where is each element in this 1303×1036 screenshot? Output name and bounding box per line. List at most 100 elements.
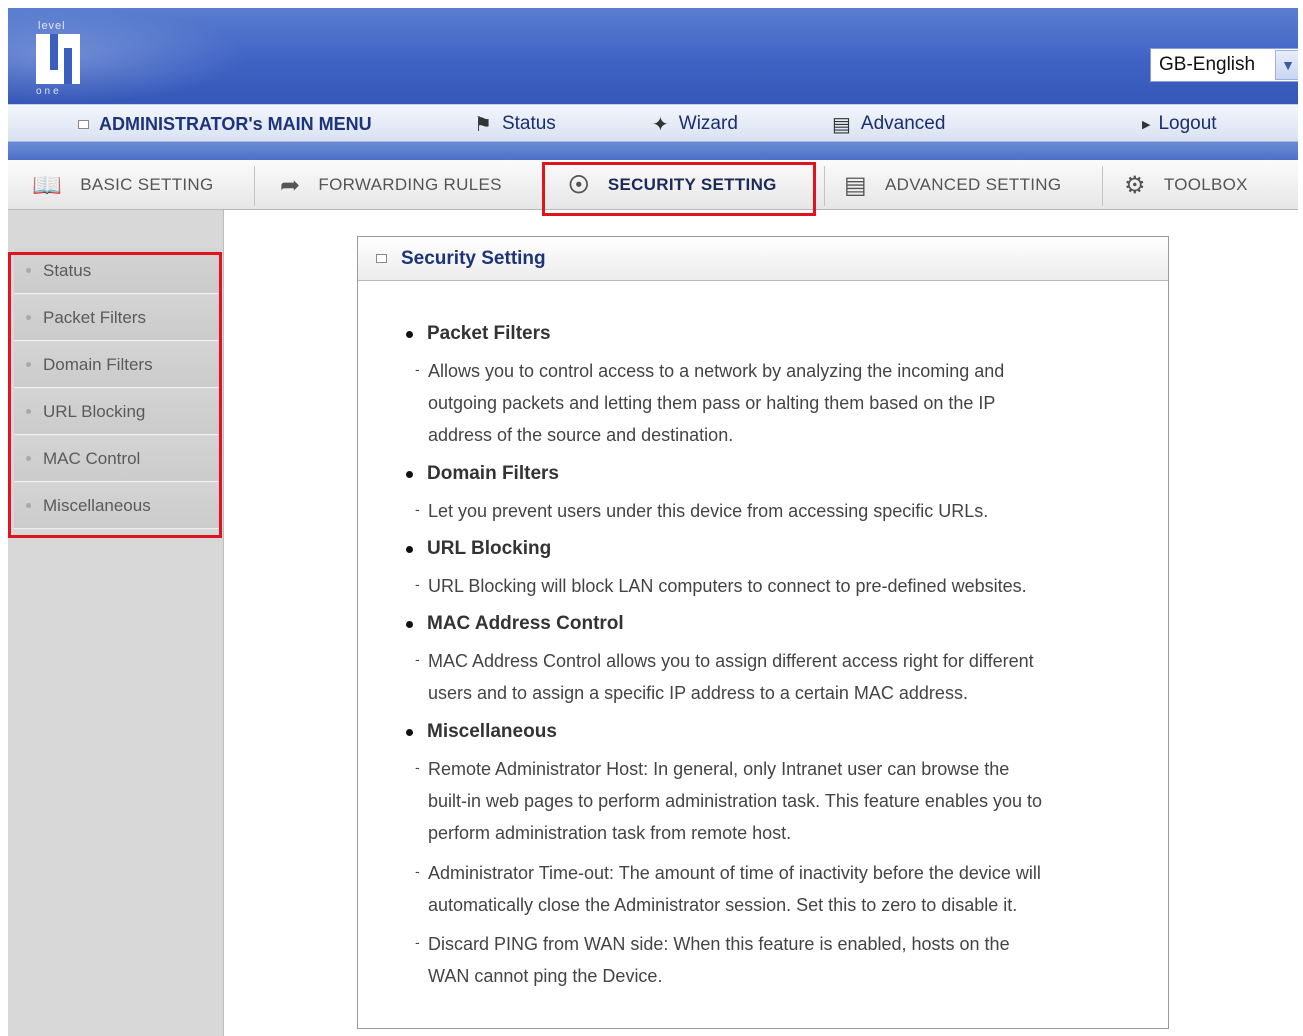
- description-line: WAN cannot ping the Device.: [428, 966, 663, 986]
- section-title-text: MAC Address Control: [427, 613, 624, 634]
- tab-separator: [1102, 166, 1103, 206]
- section-title-text: Domain Filters: [427, 463, 559, 484]
- sidebar-item-label: URL Blocking: [43, 401, 146, 421]
- description-line: MAC Address Control allows you to assign…: [428, 651, 1034, 671]
- dash-icon: -: [415, 863, 420, 879]
- menu-logout-link[interactable]: ▶ Logout: [1142, 105, 1217, 143]
- sidebar-item-miscellaneous[interactable]: Miscellaneous: [14, 483, 220, 529]
- description-line: Remote Administrator Host: In general, o…: [428, 759, 1010, 779]
- square-bullet-icon: [376, 254, 387, 263]
- sidebar-item-mac-control[interactable]: MAC Control: [14, 436, 220, 482]
- arrow-icon: ➦: [280, 171, 301, 199]
- logo-mark: [36, 34, 80, 84]
- tab-basic-setting-label: BASIC SETTING: [80, 175, 214, 194]
- square-bullet-icon: [78, 119, 89, 129]
- tab-basic-setting[interactable]: 📖 BASIC SETTING: [32, 160, 214, 210]
- tab-forwarding-rules-label: FORWARDING RULES: [318, 175, 502, 194]
- section-title: URL Blocking: [406, 538, 551, 560]
- section-title-text: URL Blocking: [427, 538, 552, 559]
- tab-separator: [824, 166, 825, 206]
- description-line: Let you prevent users under this device …: [428, 501, 989, 521]
- description-line: Discard PING from WAN side: When this fe…: [428, 934, 1010, 954]
- tab-toolbox[interactable]: ⚙ TOOLBOX: [1124, 160, 1248, 210]
- bullet-icon: [26, 362, 31, 367]
- description-line: users and to assign a specific IP addres…: [428, 683, 968, 703]
- section-title: MAC Address Control: [406, 613, 624, 635]
- levelone-logo: level one: [32, 20, 92, 100]
- sidebar-item-label: Miscellaneous: [43, 495, 151, 515]
- menu-advanced-link[interactable]: ▤ Advanced: [832, 105, 945, 143]
- description-line: Administrator Time-out: The amount of ti…: [428, 863, 1041, 883]
- sidebar-item-domain-filters[interactable]: Domain Filters: [14, 342, 220, 388]
- language-value: GB-English: [1159, 54, 1256, 75]
- tab-separator: [254, 166, 255, 206]
- description-line: URL Blocking will block LAN computers to…: [428, 576, 1027, 596]
- section-title-text: Miscellaneous: [427, 721, 557, 742]
- section-miscellaneous: Miscellaneous: [406, 721, 557, 743]
- section-url-blocking: URL Blocking: [406, 538, 551, 560]
- description-line: outgoing packets and letting them pass o…: [428, 393, 996, 413]
- menu-status-link[interactable]: ⚑ Status: [474, 105, 556, 143]
- description-line: automatically close the Administrator se…: [428, 895, 1018, 915]
- sidebar-item-status[interactable]: Status: [14, 248, 220, 294]
- section-title: Packet Filters: [406, 323, 551, 345]
- sidebar-item-packet-filters[interactable]: Packet Filters: [14, 295, 220, 341]
- section-description: - Allows you to control access to a netw…: [415, 355, 1128, 451]
- tab-advanced-setting[interactable]: ▤ ADVANCED SETTING: [844, 160, 1061, 210]
- sidebar-item-label: MAC Control: [43, 448, 141, 468]
- bullet-icon: [26, 409, 31, 414]
- sidebar-item-url-blocking[interactable]: URL Blocking: [14, 389, 220, 435]
- bullet-icon: [26, 456, 31, 461]
- tab-security-setting-label: SECURITY SETTING: [607, 175, 777, 194]
- dash-icon: -: [415, 501, 420, 517]
- shield-icon: ☉: [568, 171, 590, 199]
- tab-toolbox-label: TOOLBOX: [1163, 175, 1248, 194]
- section-description: - MAC Address Control allows you to assi…: [415, 645, 1128, 709]
- menu-wizard-label: Wizard: [678, 113, 738, 134]
- logo-text-bottom: one: [36, 86, 62, 97]
- section-description: - Discard PING from WAN side: When this …: [415, 928, 1128, 992]
- security-setting-panel: Security Setting Packet Filters - Allows…: [357, 236, 1169, 1029]
- person-icon: ⚑: [474, 113, 492, 136]
- section-description: - Let you prevent users under this devic…: [415, 495, 1128, 527]
- tab-advanced-setting-label: ADVANCED SETTING: [884, 175, 1062, 194]
- book-icon: 📖: [32, 171, 63, 199]
- bullet-icon: [406, 728, 413, 736]
- language-select[interactable]: GB-English ▼: [1150, 48, 1298, 82]
- main-menu-title-text: ADMINISTRATOR's MAIN MENU: [99, 113, 372, 134]
- triangle-right-icon: ▶: [1142, 118, 1151, 131]
- section-title: Miscellaneous: [406, 721, 557, 743]
- tab-forwarding-rules[interactable]: ➦ FORWARDING RULES: [280, 160, 502, 210]
- section-mac-address-control: MAC Address Control: [406, 613, 624, 635]
- description-line: built-in web pages to perform administra…: [428, 791, 1042, 811]
- menu-status-label: Status: [501, 113, 556, 134]
- bullet-icon: [406, 470, 413, 478]
- dash-icon: -: [415, 934, 420, 950]
- description-line: perform administration task from remote …: [428, 823, 792, 843]
- dash-icon: -: [415, 576, 420, 592]
- sidebar: Status Packet Filters Domain Filters URL…: [8, 210, 224, 1036]
- description-line: Allows you to control access to a networ…: [428, 361, 1005, 381]
- section-description: - URL Blocking will block LAN computers …: [415, 570, 1128, 602]
- bullet-icon: [406, 620, 413, 628]
- header-banner: level one GB-English ▼: [8, 8, 1298, 104]
- section-description: - Administrator Time-out: The amount of …: [415, 857, 1128, 921]
- dash-icon: -: [415, 361, 420, 377]
- main-menu-title: ADMINISTRATOR's MAIN MENU: [78, 105, 372, 143]
- chevron-down-icon[interactable]: ▼: [1275, 50, 1298, 80]
- description-line: address of the source and destination.: [428, 425, 734, 445]
- dash-icon: -: [415, 759, 420, 775]
- panel-title: Security Setting: [401, 247, 546, 269]
- advanced-icon: ▤: [832, 113, 851, 136]
- advanced-icon: ▤: [844, 171, 867, 199]
- section-title: Domain Filters: [406, 463, 559, 485]
- tab-security-setting[interactable]: ☉ SECURITY SETTING: [568, 160, 777, 210]
- bullet-icon: [26, 268, 31, 273]
- panel-header: Security Setting: [358, 237, 1168, 281]
- bullet-icon: [406, 545, 413, 553]
- section-packet-filters: Packet Filters: [406, 323, 551, 345]
- tab-bar: 📖 BASIC SETTING ➦ FORWARDING RULES ☉ SEC…: [8, 160, 1298, 210]
- menu-wizard-link[interactable]: ✦ Wizard: [652, 105, 738, 143]
- sidebar-item-label: Status: [43, 260, 92, 280]
- bullet-icon: [26, 503, 31, 508]
